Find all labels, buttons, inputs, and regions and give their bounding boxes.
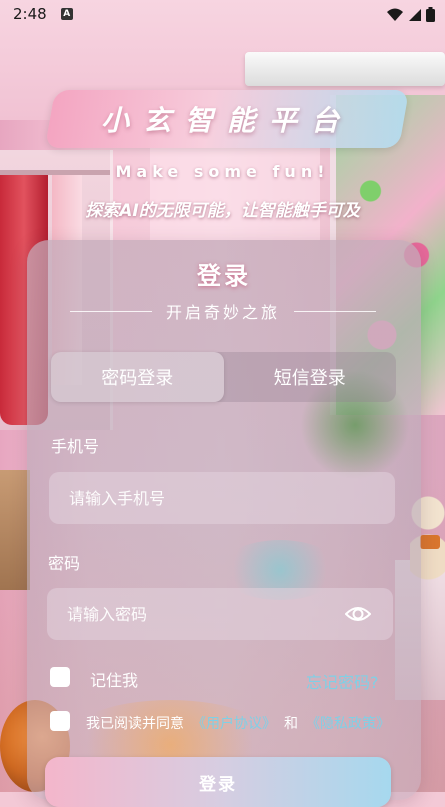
app-title: 小玄智能平台: [100, 104, 353, 137]
status-icons: [386, 7, 435, 22]
agreement-text: 我已阅读并同意 《用户协议》 和 《隐私政策》: [86, 713, 390, 733]
agreement-prefix: 我已阅读并同意: [86, 716, 184, 732]
login-tabs: 密码登录 短信登录: [51, 352, 396, 402]
eye-icon[interactable]: [345, 603, 371, 625]
status-bar: 2:48 A: [0, 0, 445, 28]
remember-checkbox[interactable]: [50, 667, 70, 687]
cellular-signal-icon: [409, 8, 421, 21]
privacy-policy-link[interactable]: 《隐私政策》: [306, 713, 390, 733]
background-teddy-bow: [420, 535, 440, 549]
agreement-and: 和: [284, 716, 298, 732]
status-time: 2:48: [13, 5, 47, 23]
login-title: 登录: [197, 262, 251, 290]
password-label: 密码: [48, 554, 81, 573]
subtitle-english: Make some fun!: [115, 162, 330, 181]
login-subtitle-row: 开启奇妙之旅: [70, 300, 377, 322]
password-input[interactable]: [47, 603, 393, 625]
password-input-box: [47, 588, 393, 640]
background-air-conditioner: [245, 52, 445, 86]
login-subtitle: 开启奇妙之旅: [166, 303, 281, 322]
background-shelf-left: [0, 470, 30, 590]
remember-label: 记住我: [90, 671, 139, 690]
tab-sms-login[interactable]: 短信登录: [224, 352, 397, 402]
login-button[interactable]: 登录: [45, 757, 391, 807]
user-agreement-link[interactable]: 《用户协议》: [192, 713, 276, 733]
phone-input[interactable]: [49, 487, 395, 509]
notification-icon: A: [60, 8, 73, 20]
battery-icon: [426, 7, 435, 22]
tab-password-login[interactable]: 密码登录: [51, 352, 224, 402]
phone-input-box: [49, 472, 395, 524]
phone-label: 手机号: [51, 437, 100, 456]
divider-left: [70, 310, 152, 312]
divider-right: [294, 310, 377, 312]
subtitle-chinese: 探索AI的无限可能，让智能触手可及: [85, 201, 360, 221]
agreement-checkbox[interactable]: [50, 711, 70, 731]
forgot-password-link[interactable]: 忘记密码?: [306, 669, 379, 693]
wifi-icon: [387, 8, 403, 21]
